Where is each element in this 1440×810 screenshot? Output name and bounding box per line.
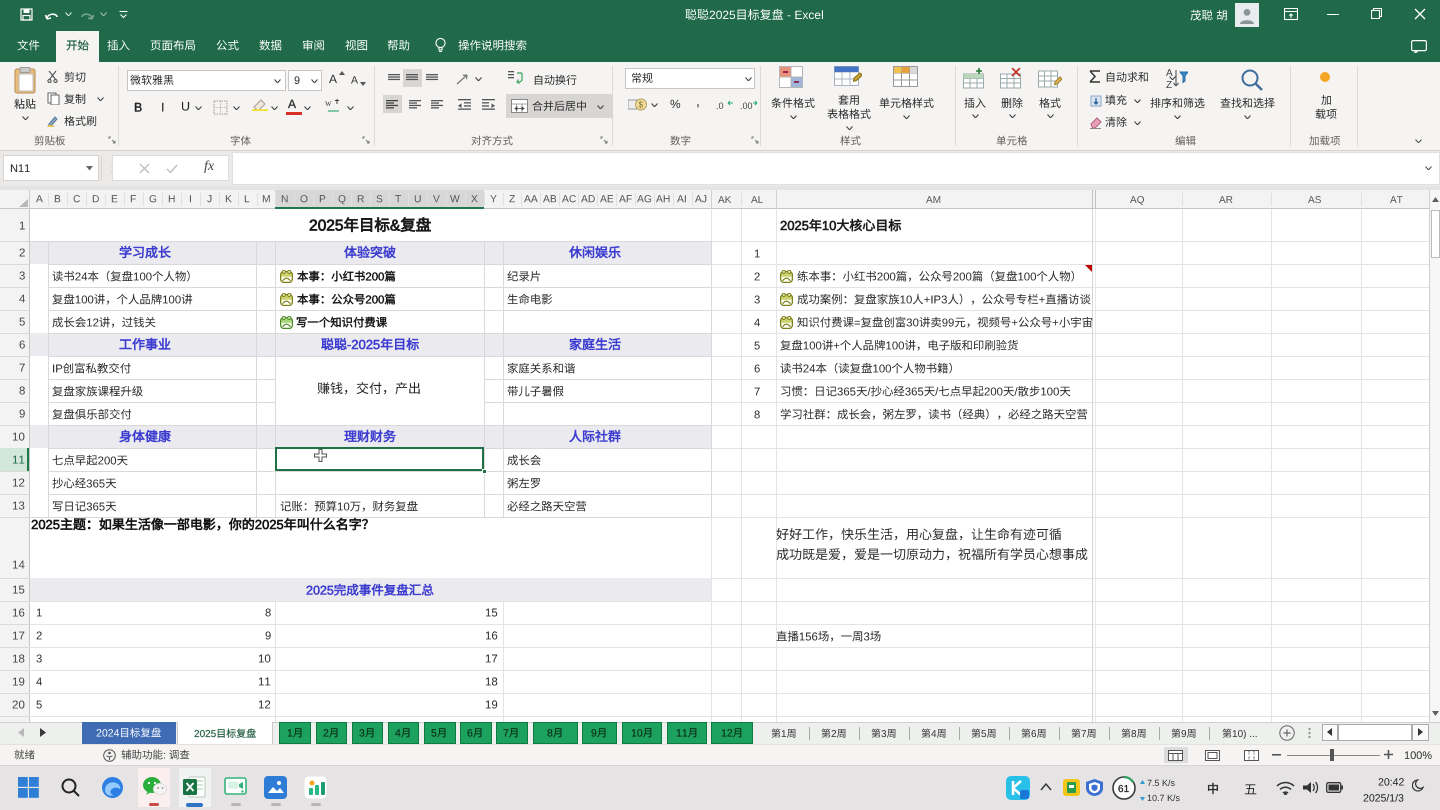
- svg-text:.00: .00: [740, 101, 753, 111]
- svg-text:Z: Z: [1166, 80, 1172, 91]
- svg-text:.0: .0: [716, 101, 724, 111]
- svg-text:A: A: [1166, 68, 1173, 79]
- svg-text:$: $: [639, 101, 644, 110]
- svg-text:w: w: [325, 98, 332, 108]
